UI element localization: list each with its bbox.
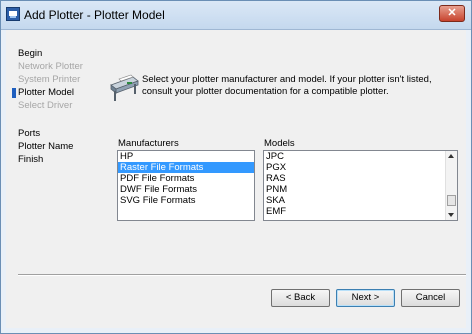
list-item[interactable]: DWF File Formats xyxy=(118,184,254,195)
manufacturers-listbox[interactable]: HP Raster File Formats PDF File Formats … xyxy=(117,150,255,221)
step-plotter-name: Plotter Name xyxy=(18,141,74,152)
separator xyxy=(18,274,466,276)
list-item[interactable]: SVG File Formats xyxy=(118,195,254,206)
step-finish: Finish xyxy=(18,154,44,165)
step-plotter-model-label: Plotter Model xyxy=(18,87,74,98)
models-scrollbar[interactable] xyxy=(445,151,457,220)
next-button[interactable]: Next > xyxy=(336,289,395,307)
instructions-text: Select your plotter manufacturer and mod… xyxy=(142,74,432,97)
step-select-driver: Select Driver xyxy=(18,100,73,111)
models-label: Models xyxy=(264,138,295,149)
scrollbar-thumb[interactable] xyxy=(447,195,456,206)
add-plotter-dialog: Add Plotter - Plotter Model ✕ Begin Netw… xyxy=(0,0,472,334)
scroll-down-arrow-icon[interactable] xyxy=(448,213,454,217)
list-item[interactable]: PGX xyxy=(264,162,457,173)
step-ports: Ports xyxy=(18,128,41,139)
list-item-selected[interactable]: Raster File Formats xyxy=(118,162,254,173)
step-system-printer: System Printer xyxy=(18,74,81,85)
back-button[interactable]: < Back xyxy=(271,289,330,307)
list-item[interactable]: SKA xyxy=(264,195,457,206)
title-bar[interactable]: Add Plotter - Plotter Model ✕ xyxy=(1,1,471,30)
step-plotter-model: Plotter Model xyxy=(12,86,74,99)
list-item[interactable]: PDF File Formats xyxy=(118,173,254,184)
dialog-body: Begin Network Plotter System Printer Plo… xyxy=(6,30,466,328)
list-item[interactable]: PNM xyxy=(264,184,457,195)
step-begin: Begin xyxy=(18,48,43,59)
list-item[interactable]: JPC xyxy=(264,151,457,162)
step-network-plotter: Network Plotter xyxy=(18,61,83,72)
scroll-up-arrow-icon[interactable] xyxy=(448,154,454,158)
close-button[interactable]: ✕ xyxy=(439,5,465,22)
plotter-icon xyxy=(110,74,139,101)
models-listbox[interactable]: JPC PGX RAS PNM SKA EMF xyxy=(263,150,458,221)
window-title: Add Plotter - Plotter Model xyxy=(24,8,165,22)
manufacturers-label: Manufacturers xyxy=(118,138,179,149)
current-step-marker xyxy=(12,88,16,98)
cancel-button[interactable]: Cancel xyxy=(401,289,460,307)
list-item[interactable]: EMF xyxy=(264,206,457,217)
list-item[interactable]: RAS xyxy=(264,173,457,184)
list-item[interactable]: HP xyxy=(118,151,254,162)
plotter-app-icon xyxy=(6,7,20,21)
